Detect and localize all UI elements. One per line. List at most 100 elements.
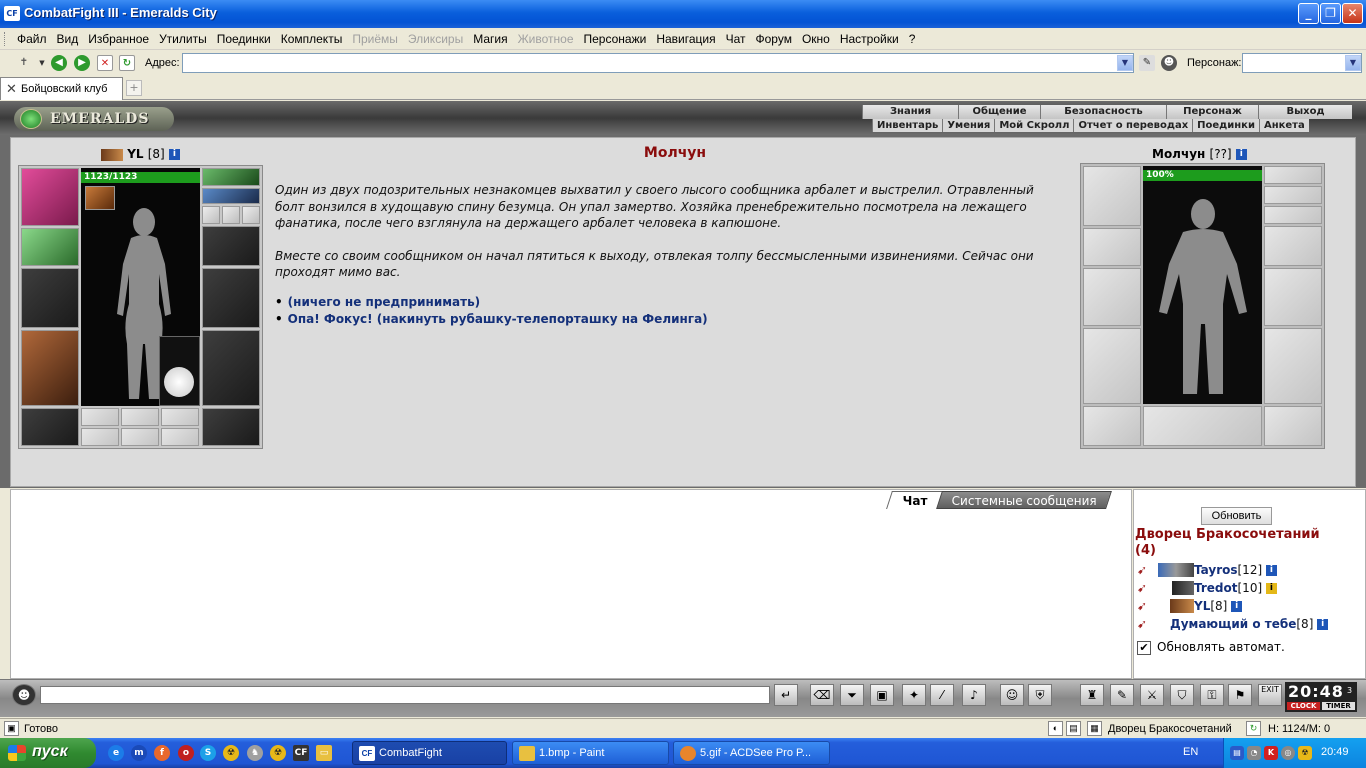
subnav-inventory[interactable]: Инвентарь [872,119,943,132]
task-paint[interactable]: 1.bmp - Paint [512,741,669,765]
folder-icon[interactable]: ▭ [316,745,332,761]
clear-icon[interactable]: ⌫ [810,684,834,706]
member-name[interactable]: Думающий о тебе [1170,617,1296,631]
menu-kits[interactable]: Комплекты [276,32,348,46]
amulet-slot[interactable] [21,168,79,226]
member-info-icon[interactable]: i [1317,619,1329,630]
quick-launch-icon-2[interactable]: ♞ [247,745,263,761]
tab-system-messages[interactable]: Системные сообщения [936,491,1112,509]
refresh-button[interactable]: Обновить [1201,507,1272,525]
status-icon-3[interactable]: ▦ [1087,721,1102,736]
subnav-transfers-report[interactable]: Отчет о переводах [1073,119,1193,132]
opera-icon[interactable]: o [178,745,194,761]
ring-slot-2[interactable] [222,206,240,224]
pin-dropdown-icon[interactable]: ▼ [34,55,50,71]
member-name[interactable]: YL [1194,599,1210,613]
weapon-right-slot[interactable] [202,268,260,328]
people-icon[interactable]: ☻ [1161,55,1177,71]
lock-icon[interactable]: ⚿ [1200,684,1224,706]
minimize-button[interactable]: _ [1298,3,1319,24]
tray-icon-4[interactable]: ◎ [1281,746,1295,760]
flag-icon[interactable]: ⚑ [1228,684,1252,706]
menu-view[interactable]: Вид [52,32,84,46]
status-refresh-icon[interactable]: ↻ [1246,721,1261,736]
sound-icon[interactable]: ♪ [962,684,986,706]
menu-duels[interactable]: Поединки [212,32,276,46]
translit-icon[interactable]: ⁄ [930,684,954,706]
member-name[interactable]: Tayros [1194,563,1238,577]
member-info-icon[interactable]: i [1265,583,1277,594]
spell-slot-4[interactable] [81,428,119,446]
nav-knowledge[interactable]: Знания [862,105,958,119]
address-dropdown-icon[interactable]: ▼ [1117,55,1133,71]
menu-utilities[interactable]: Утилиты [154,32,212,46]
subnav-profile[interactable]: Анкета [1258,119,1309,132]
tab-chat[interactable]: Чат [886,491,944,509]
back-icon[interactable]: ◀ [51,55,67,71]
fight-icon[interactable]: ⚔ [1140,684,1164,706]
subnav-duels[interactable]: Поединки [1192,119,1259,132]
member-info-icon[interactable]: i [1231,601,1243,612]
spell-slot-1[interactable] [81,408,119,426]
belt-slot[interactable] [21,408,79,446]
save-log-icon[interactable]: ▣ [870,684,894,706]
member-info-icon[interactable]: i [1265,565,1277,576]
choice-do-nothing[interactable]: • (ничего не предпринимать) [275,294,1065,311]
menu-characters[interactable]: Персонажи [579,32,652,46]
address-input[interactable] [182,53,1134,73]
weapon-left-slot[interactable] [21,268,79,328]
menu-favorites[interactable]: Избранное [83,32,154,46]
task-combatfight[interactable]: CF CombatFight [352,741,507,765]
player-info-icon[interactable]: i [168,149,180,160]
spell-slot-6[interactable] [161,428,199,446]
task-acdsee[interactable]: 5.gif - ACDSee Pro P... [673,741,830,765]
close-button[interactable]: ✕ [1342,3,1363,24]
nav-communication[interactable]: Общение [958,105,1040,119]
necklace-slot[interactable] [202,188,260,204]
ie-icon[interactable]: e [108,745,124,761]
private-message-icon[interactable]: ➹ [1137,563,1159,578]
status-icon-1[interactable]: ◐ [1048,721,1063,736]
opponent-info-icon[interactable]: i [1235,149,1247,160]
bracer-slot[interactable] [21,228,79,266]
gloves-slot[interactable] [202,226,260,266]
quick-launch-cf-icon[interactable]: CF [293,745,309,761]
start-button[interactable]: пуск [0,738,96,768]
language-indicator[interactable]: EN [1183,746,1198,758]
filter-icon[interactable]: ⏷ [840,684,864,706]
quick-launch-icon-3[interactable]: ☢ [270,745,286,761]
subnav-skills[interactable]: Умения [942,119,995,132]
firefox-icon[interactable]: f [154,745,170,761]
quick-launch-icon-1[interactable]: ☢ [223,745,239,761]
subnav-my-scroll[interactable]: Мой Скролл [994,119,1074,132]
action-icon[interactable]: ✦ [902,684,926,706]
auto-refresh-checkbox[interactable]: ✔ [1137,640,1151,655]
go-page-icon[interactable]: ✎ [1139,55,1155,71]
choice-teleport-shirt[interactable]: • Опа! Фокус! (накинуть рубашку-телепорта… [275,311,1065,328]
tray-clock[interactable]: 20:49 [1321,746,1349,758]
new-tab-button[interactable]: + [126,80,142,96]
nav-exit[interactable]: Выход [1258,105,1352,119]
spell-slot-2[interactable] [121,408,159,426]
stop-icon[interactable]: ✕ [97,55,113,71]
ring-slot-3[interactable] [242,206,260,224]
leggings-slot[interactable] [202,330,260,406]
tray-icon-2[interactable]: ◔ [1247,746,1261,760]
private-message-icon[interactable]: ➹ [1137,599,1159,614]
exit-icon[interactable]: EXIT [1258,684,1282,706]
chat-input[interactable] [40,686,770,704]
forward-icon[interactable]: ▶ [74,55,90,71]
menu-forum[interactable]: Форум [751,32,797,46]
ring-slot-1[interactable] [202,206,220,224]
menu-file[interactable]: Файл [12,32,52,46]
persona-select[interactable] [1242,53,1362,73]
earrings-slot[interactable] [202,168,260,186]
pin-icon[interactable]: ✝ [16,55,32,71]
maximize-button[interactable]: ❐ [1320,3,1341,24]
shield-icon[interactable]: ⛉ [1170,684,1194,706]
game-clock[interactable]: 20:48 3 CLOCK TIMER [1285,682,1357,712]
tab-fight-club[interactable]: ✕ Бойцовский клуб [0,77,123,100]
boots-slot[interactable] [202,408,260,446]
armor-slot[interactable] [21,330,79,406]
spell-slot-3[interactable] [161,408,199,426]
